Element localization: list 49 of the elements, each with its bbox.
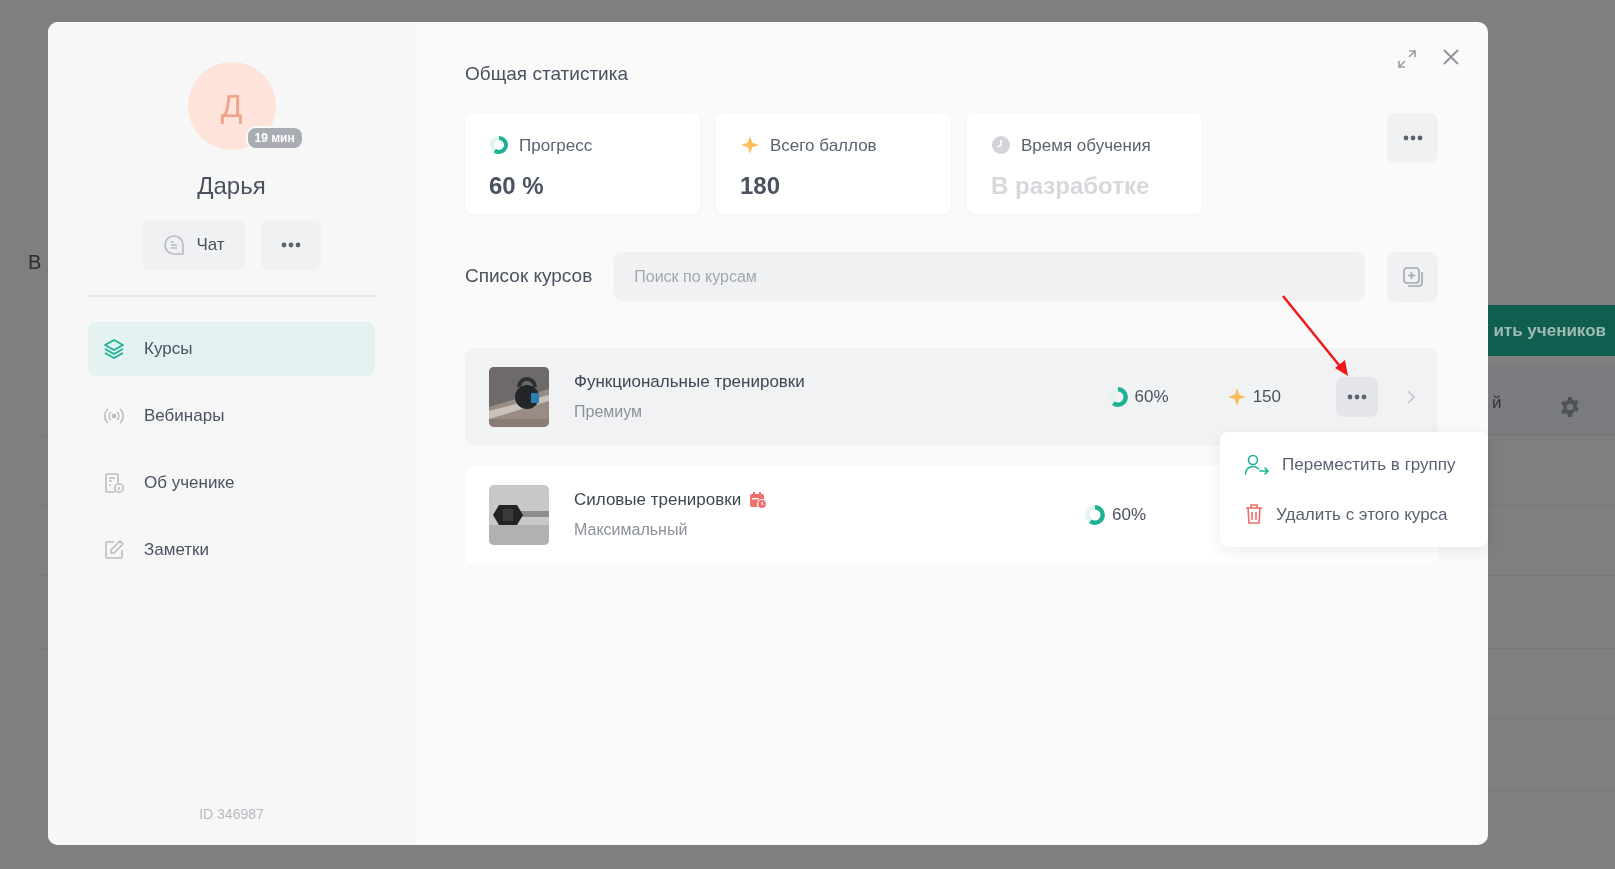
more-icon (1402, 134, 1423, 141)
chat-icon (162, 233, 187, 257)
progress-ring (1106, 385, 1129, 408)
course-row[interactable]: Функциональные тренировки Премиум 60% 150 (465, 347, 1438, 446)
sidebar-item[interactable]: Заметки (88, 523, 375, 577)
user-move-icon (1244, 452, 1270, 477)
column-heading: й (1492, 392, 1502, 414)
layers-icon (102, 337, 126, 361)
points-value: 150 (1252, 385, 1281, 408)
sidebar-item[interactable]: Вебинары (88, 389, 375, 443)
progress-ring (489, 135, 509, 156)
progress-value: 60% (1111, 503, 1146, 526)
clock-icon (991, 135, 1011, 156)
edit-note-icon (102, 538, 126, 562)
more-icon (280, 242, 301, 248)
stat-label: Всего баллов (770, 134, 877, 157)
course-plan: Премиум (574, 402, 644, 423)
add-copy-icon (1400, 264, 1425, 289)
more-icon (1347, 393, 1367, 400)
sparkle-icon (740, 135, 760, 156)
chat-button[interactable]: Чат (142, 220, 245, 270)
add-course-button[interactable] (1387, 251, 1438, 302)
section-title: Список курсов (465, 264, 593, 289)
settings-icon[interactable] (1559, 396, 1581, 418)
heading-fragment: В (28, 250, 42, 274)
section-title: Общая статистика (465, 62, 629, 86)
close-icon[interactable] (1442, 48, 1460, 66)
progress-value: 60% (1134, 385, 1169, 408)
progress-ring (1083, 503, 1106, 526)
search-field[interactable]: Поиск по курсам (614, 252, 1365, 301)
document-info-icon (102, 471, 126, 495)
user-id: ID 346987 (199, 805, 264, 824)
avatar-initial: Д (220, 87, 243, 126)
trash-icon (1244, 503, 1264, 526)
sidebar-item[interactable]: Об ученике (88, 456, 375, 510)
course-title: Силовые тренировки (574, 488, 742, 511)
stat-value: 180 (740, 171, 782, 201)
chevron-right-icon[interactable] (1406, 388, 1416, 405)
stat-label: Время обучения (1021, 134, 1151, 157)
more-button[interactable] (1336, 376, 1378, 417)
expand-icon[interactable] (1396, 48, 1418, 70)
stat-label: Прогресс (519, 134, 593, 157)
sparkle-icon (1226, 386, 1247, 407)
stat-value: 60 % (489, 171, 545, 201)
sidebar-item[interactable]: Курсы (88, 322, 375, 376)
course-plan: Максимальный (574, 520, 689, 541)
user-name: Дарья (197, 171, 266, 201)
course-title: Функциональные тренировки (574, 370, 805, 393)
time-badge: 19 мин (245, 126, 304, 150)
